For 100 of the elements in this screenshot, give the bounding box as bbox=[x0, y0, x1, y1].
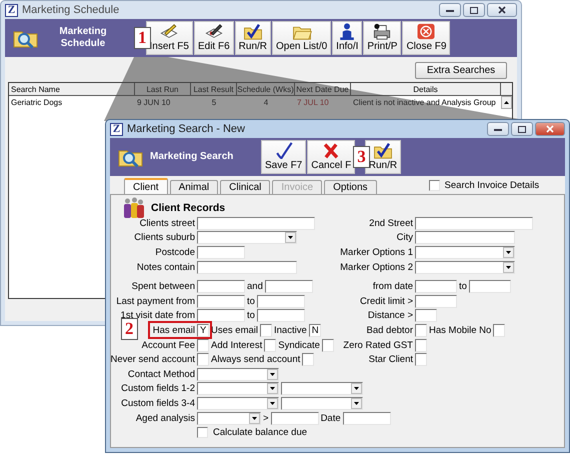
text-field[interactable] bbox=[270, 412, 319, 425]
window-title: Marketing Schedule bbox=[22, 4, 120, 16]
column-header[interactable]: Last Run bbox=[135, 83, 191, 96]
dropdown-field[interactable] bbox=[281, 396, 363, 410]
text-field[interactable] bbox=[415, 231, 515, 244]
dropdown-field[interactable] bbox=[197, 368, 279, 381]
folder-check-icon bbox=[242, 23, 264, 40]
column-header[interactable]: Last Result bbox=[191, 83, 237, 96]
text-field[interactable] bbox=[256, 294, 305, 308]
field-label: Custom fields 1-2 bbox=[121, 383, 195, 394]
text-field[interactable] bbox=[415, 216, 533, 230]
text-field[interactable] bbox=[322, 338, 334, 352]
field-label: 2nd Street bbox=[369, 218, 413, 229]
minimize-icon bbox=[494, 128, 502, 130]
column-header[interactable]: Schedule (Wks) bbox=[237, 83, 295, 96]
field-label: to bbox=[247, 310, 255, 322]
text-field[interactable] bbox=[197, 338, 209, 352]
checkbox[interactable] bbox=[197, 427, 208, 438]
field-label: from date bbox=[372, 281, 413, 292]
text-field[interactable] bbox=[493, 324, 506, 337]
text-field[interactable] bbox=[260, 324, 272, 337]
text-field[interactable] bbox=[197, 294, 245, 308]
scroll-up-button[interactable] bbox=[501, 96, 512, 109]
text-field[interactable] bbox=[342, 412, 391, 425]
field-label: Has Mobile No bbox=[429, 324, 492, 336]
text-field[interactable] bbox=[197, 353, 209, 366]
table-cell-text: 7 JUL 10 bbox=[296, 97, 330, 109]
maximize-button[interactable] bbox=[463, 3, 485, 17]
dropdown-arrow-icon bbox=[354, 387, 359, 390]
field-label: > bbox=[263, 412, 269, 424]
extra-searches-button[interactable]: Extra Searches bbox=[415, 62, 507, 79]
tab[interactable]: Client bbox=[124, 178, 168, 194]
dropdown-field[interactable] bbox=[281, 382, 363, 396]
dropdown-arrow-icon bbox=[506, 250, 511, 254]
toolbar-button[interactable]: Info/I bbox=[332, 21, 362, 55]
tab[interactable]: Options bbox=[324, 180, 377, 194]
text-field[interactable] bbox=[197, 309, 245, 322]
dropdown-arrow-icon bbox=[270, 402, 275, 405]
text-field[interactable]: N bbox=[308, 324, 321, 337]
checkbox[interactable] bbox=[428, 180, 440, 190]
text-field[interactable] bbox=[415, 309, 437, 322]
toolbar-button[interactable]: Save F7 bbox=[261, 140, 306, 174]
column-header[interactable]: Details bbox=[351, 83, 501, 96]
text-field[interactable] bbox=[302, 353, 314, 366]
text-field[interactable] bbox=[415, 353, 427, 366]
close-button[interactable] bbox=[487, 3, 517, 17]
field-label: Bad debtor bbox=[366, 324, 413, 336]
text-field[interactable] bbox=[256, 309, 305, 322]
text-field[interactable] bbox=[197, 280, 245, 294]
text-field[interactable] bbox=[415, 294, 457, 308]
maximize-button[interactable] bbox=[511, 122, 533, 136]
toolbar-button[interactable]: Edit F6 bbox=[194, 21, 234, 55]
text-field[interactable] bbox=[264, 338, 276, 352]
text-field[interactable] bbox=[415, 338, 427, 352]
dropdown-field[interactable] bbox=[197, 412, 261, 425]
maximize-icon bbox=[470, 6, 478, 14]
column-header[interactable]: Search Name bbox=[9, 83, 135, 96]
text-field[interactable] bbox=[415, 280, 457, 294]
app-heading: Marketing Schedule bbox=[58, 26, 108, 50]
toolbar-button[interactable]: Close F9 bbox=[402, 21, 450, 55]
toolbar-button[interactable]: Run/R bbox=[234, 21, 272, 55]
dropdown-field[interactable] bbox=[197, 382, 279, 396]
minimize-button[interactable] bbox=[487, 122, 509, 136]
dropdown-field[interactable] bbox=[415, 260, 515, 274]
text-field[interactable] bbox=[197, 216, 315, 230]
text-field[interactable] bbox=[197, 246, 245, 259]
field-label: Clients suburb bbox=[134, 232, 195, 244]
field-label: Never send account bbox=[110, 354, 195, 366]
dropdown-field[interactable] bbox=[197, 396, 279, 410]
dropdown-field[interactable] bbox=[415, 246, 515, 259]
close-button[interactable] bbox=[535, 122, 565, 136]
callout-number: 3 bbox=[353, 146, 370, 168]
field-label: to bbox=[247, 296, 255, 307]
field-label: Marker Options 1 bbox=[340, 246, 413, 258]
dropdown-field[interactable] bbox=[197, 231, 297, 244]
text-field[interactable] bbox=[468, 280, 511, 294]
dropdown-arrow-icon bbox=[270, 372, 275, 376]
highlight-frame bbox=[148, 321, 212, 340]
table-cell-text: 5 bbox=[210, 97, 218, 109]
app-heading: Marketing Search bbox=[150, 151, 234, 163]
toolbar-button[interactable]: Print/P bbox=[363, 21, 402, 55]
field-label: Aged analysis bbox=[136, 412, 195, 424]
toolbar-button[interactable]: Cancel F bbox=[307, 140, 356, 174]
text-field[interactable]: Y bbox=[197, 324, 209, 337]
minimize-button[interactable] bbox=[439, 3, 461, 17]
people-icon bbox=[122, 196, 146, 218]
minimize-icon bbox=[446, 8, 454, 12]
text-field[interactable] bbox=[197, 260, 297, 274]
field-label: Account Fee bbox=[142, 340, 195, 351]
checkbox-label: Calculate balance due bbox=[213, 427, 308, 438]
close-icon bbox=[546, 125, 554, 133]
text-field[interactable] bbox=[264, 280, 313, 294]
tab[interactable]: Animal bbox=[170, 180, 218, 194]
toolbar-button[interactable]: Open List/0 bbox=[272, 21, 332, 55]
close-icon bbox=[415, 23, 438, 40]
field-label: Contact Method bbox=[128, 368, 195, 380]
tab[interactable]: Clinical bbox=[220, 180, 270, 194]
text-field[interactable] bbox=[415, 324, 427, 337]
column-header bbox=[501, 83, 512, 96]
field-label: Syndicate bbox=[278, 340, 320, 351]
